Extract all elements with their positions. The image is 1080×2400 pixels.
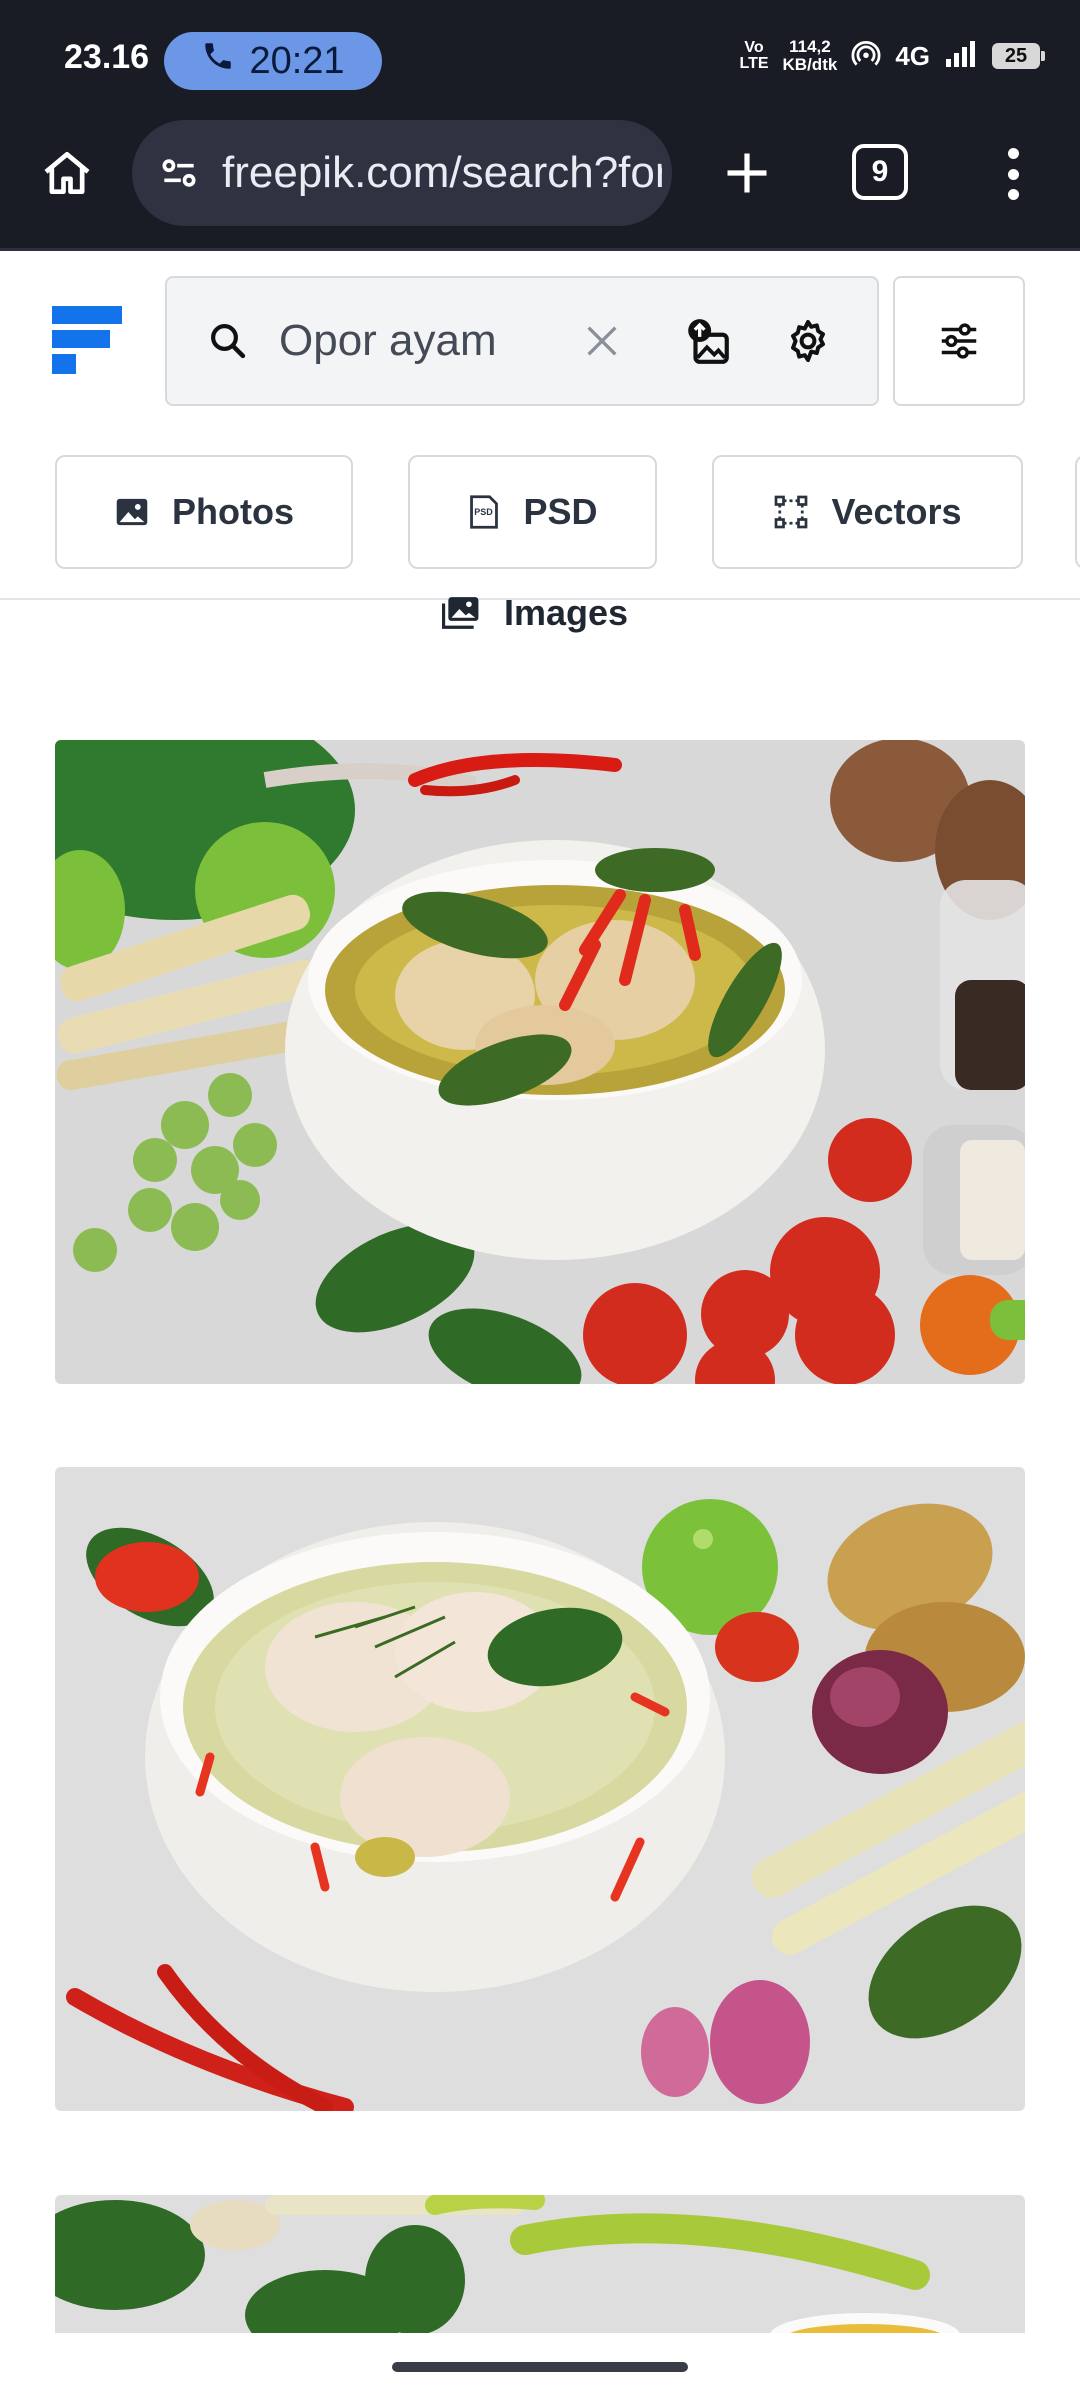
menu-dot bbox=[1007, 189, 1019, 200]
sliders-icon bbox=[941, 323, 977, 359]
category-photos[interactable]: Photos bbox=[55, 455, 353, 569]
browser-toolbar: freepik.com/search?format=search&query=O… bbox=[0, 120, 1080, 251]
volte-indicator: Vo LTE bbox=[739, 39, 769, 72]
status-time: 23.16 bbox=[64, 38, 150, 76]
category-label: PSD bbox=[523, 491, 598, 532]
hotspot-icon bbox=[851, 39, 881, 74]
category-vectors[interactable]: Vectors bbox=[712, 455, 1023, 569]
vectors-icon bbox=[775, 495, 808, 529]
result-image-3[interactable] bbox=[55, 2195, 1025, 2333]
net-speed-value: 114,2 bbox=[789, 37, 831, 56]
images-tab-label: Images bbox=[504, 592, 629, 633]
phone-icon bbox=[201, 39, 235, 83]
menu-dot bbox=[1007, 168, 1019, 180]
category-more[interactable] bbox=[1075, 455, 1080, 569]
home-indicator[interactable] bbox=[392, 2362, 688, 2372]
tab-switcher-button[interactable]: 9 bbox=[852, 144, 908, 200]
url-text: freepik.com/search?format=search&query=O… bbox=[222, 148, 662, 197]
search-settings-button[interactable] bbox=[781, 314, 835, 368]
net-speed-unit: KB/dtk bbox=[782, 55, 838, 74]
address-bar[interactable]: freepik.com/search?format=search&query=O… bbox=[132, 120, 672, 226]
status-bar: 23.16 20:21 Vo LTE 114,2 KB/dtk 4G 25 bbox=[0, 0, 1080, 120]
category-psd[interactable]: PSD PSD bbox=[408, 455, 657, 569]
category-label: Photos bbox=[172, 491, 294, 532]
close-icon bbox=[587, 326, 617, 356]
net-speed: 114,2 KB/dtk bbox=[783, 38, 838, 74]
new-tab-button[interactable] bbox=[712, 138, 782, 208]
network-type: 4G bbox=[895, 40, 930, 71]
browser-menu-button[interactable] bbox=[988, 142, 1038, 206]
menu-dot bbox=[1007, 148, 1019, 159]
filters-button[interactable] bbox=[893, 276, 1025, 406]
image-search-button[interactable] bbox=[681, 314, 735, 368]
site-settings-icon[interactable] bbox=[154, 148, 204, 198]
search-icon bbox=[207, 320, 249, 367]
images-tab[interactable]: Images bbox=[442, 588, 628, 638]
image-search-icon bbox=[688, 319, 729, 364]
result-image-2[interactable] bbox=[55, 1467, 1025, 2111]
clear-search-button[interactable] bbox=[577, 316, 627, 366]
search-input[interactable] bbox=[279, 316, 529, 366]
status-icons: Vo LTE 114,2 KB/dtk 4G 25 bbox=[739, 38, 1045, 74]
result-image-1[interactable] bbox=[55, 740, 1025, 1384]
search-bar bbox=[165, 276, 879, 406]
home-button[interactable] bbox=[36, 142, 98, 204]
psd-icon: PSD bbox=[470, 495, 499, 529]
plus-icon bbox=[727, 153, 767, 193]
home-icon bbox=[44, 152, 90, 195]
ongoing-call-pill[interactable]: 20:21 bbox=[164, 32, 382, 90]
battery-indicator: 25 bbox=[992, 43, 1045, 69]
freepik-logo[interactable] bbox=[52, 306, 122, 374]
signal-icon bbox=[944, 39, 978, 74]
call-timer: 20:21 bbox=[249, 39, 345, 82]
svg-text:PSD: PSD bbox=[475, 507, 494, 517]
category-label: Vectors bbox=[831, 491, 962, 532]
images-icon bbox=[442, 597, 479, 629]
photo-icon bbox=[116, 498, 148, 526]
gear-icon bbox=[791, 320, 825, 362]
